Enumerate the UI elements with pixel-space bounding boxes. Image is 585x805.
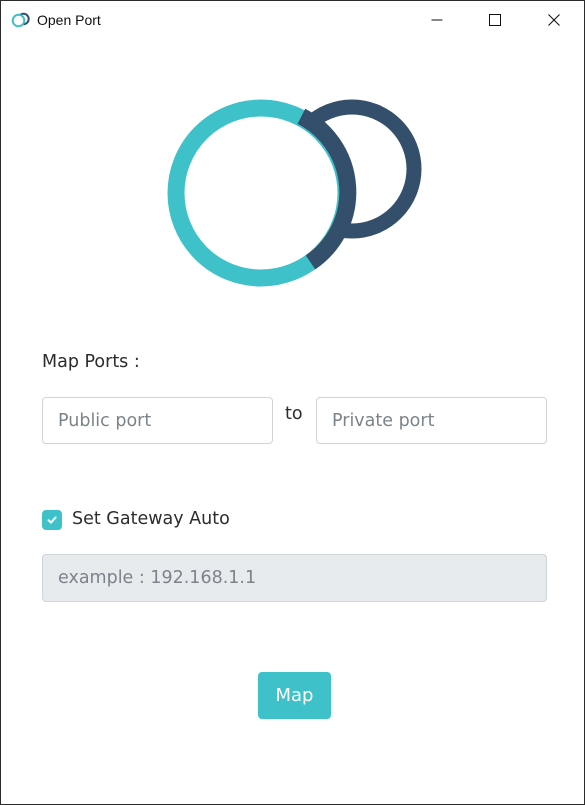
map-button[interactable]: Map	[258, 672, 331, 719]
minimize-icon	[431, 19, 443, 21]
public-port-input[interactable]	[42, 397, 273, 444]
private-port-input[interactable]	[316, 397, 547, 444]
checkmark-icon	[47, 516, 57, 524]
gateway-input	[42, 554, 547, 602]
window-title: Open Port	[37, 12, 101, 28]
to-label: to	[285, 404, 303, 424]
map-ports-label: Map Ports :	[42, 352, 140, 372]
gateway-auto-label[interactable]: Set Gateway Auto	[72, 509, 230, 529]
close-icon	[548, 14, 560, 26]
app-logo-icon	[11, 12, 30, 28]
maximize-icon	[489, 14, 501, 26]
title-bar[interactable]: Open Port	[1, 1, 584, 39]
app-window: Open Port Map Ports : to	[0, 0, 585, 805]
maximize-button[interactable]	[466, 1, 524, 39]
gateway-auto-checkbox[interactable]	[42, 510, 62, 530]
open-port-logo	[167, 99, 422, 287]
minimize-button[interactable]	[408, 1, 466, 39]
close-button[interactable]	[525, 1, 583, 39]
